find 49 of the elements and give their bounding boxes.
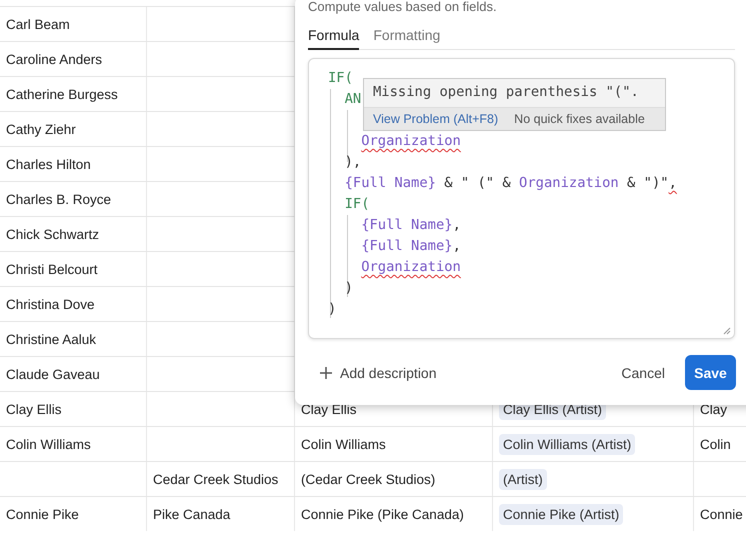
add-description-button[interactable]: Add description: [308, 364, 437, 380]
table-cell: Caroline Anders: [6, 52, 102, 66]
code-line: AN: [344, 91, 362, 107]
table-cell: Charles Hilton: [6, 156, 91, 172]
code-line: ): [344, 280, 353, 296]
code-line: Organization: [361, 133, 461, 149]
table-cell: Clay: [700, 402, 728, 416]
tab[interactable]: Formatting: [373, 23, 440, 50]
code-line: {Full Name} & " (" & Organization & ")",: [344, 175, 677, 191]
plus-icon: [319, 366, 333, 380]
view-problem-link[interactable]: View Problem (Alt+F8): [373, 112, 498, 126]
cancel-button[interactable]: Cancel: [615, 364, 671, 382]
tag-chip: (Artist): [499, 468, 547, 490]
table-cell: (Cedar Creek Studios): [301, 472, 436, 486]
table-cell: Chick Schwartz: [6, 226, 100, 242]
tag-chip: Colin Williams (Artist): [499, 434, 636, 454]
formula-editor[interactable]: IF( AN Missing opening parenthesis "(". View Problem (Alt+F8) No quick fixes available Organization ), {Full Name} & " (" & Organization & ")", IF( {Full Name}, {Full Name}, Organization ) ): [308, 58, 735, 339]
tab[interactable]: Formula: [308, 23, 360, 50]
table-cell: Pike Canada: [153, 506, 230, 522]
code-line: IF(: [328, 70, 353, 86]
table-cell: Catherine Burgess: [6, 86, 118, 102]
code-line: ): [328, 301, 336, 317]
table-cell: Cathy Ziehr: [6, 122, 76, 136]
table-cell: Connie Pike (Pike Canada): [301, 506, 464, 522]
table-cell: Christina Dove: [6, 296, 95, 312]
table-cell: Christi Belcourt: [6, 262, 98, 276]
table-cell: Connie: [700, 506, 743, 522]
code-line: ),: [344, 154, 362, 170]
resize-handle-icon[interactable]: [723, 327, 731, 335]
code-line: Organization: [361, 259, 461, 275]
save-button[interactable]: Save: [685, 355, 736, 390]
code-line: {Full Name},: [361, 217, 461, 233]
table-cell: Claude Gaveau: [6, 366, 100, 382]
table-cell: Colin: [700, 436, 731, 452]
table-cell: Colin Williams: [301, 436, 386, 452]
table-cell: Charles B. Royce: [6, 192, 112, 206]
field-description: Compute values based on fields.: [308, 0, 497, 14]
table-cell: Carl Beam: [6, 16, 70, 32]
table-cell: Colin Williams: [6, 436, 91, 452]
tag-chip: Connie Pike (Artist): [499, 504, 624, 524]
table-cell: Connie Pike: [6, 506, 79, 522]
error-message: Missing opening parenthesis "(".: [373, 84, 639, 100]
table-cell: Christine Aaluk: [6, 332, 96, 346]
quick-fix-note: No quick fixes available: [514, 112, 645, 126]
table-cell: Cedar Creek Studios: [153, 472, 278, 486]
code-line: {Full Name},: [361, 238, 461, 254]
code-line: IF(: [344, 196, 370, 212]
table-cell: Clay Ellis: [6, 402, 62, 416]
table-cell: Clay Ellis: [301, 402, 357, 416]
